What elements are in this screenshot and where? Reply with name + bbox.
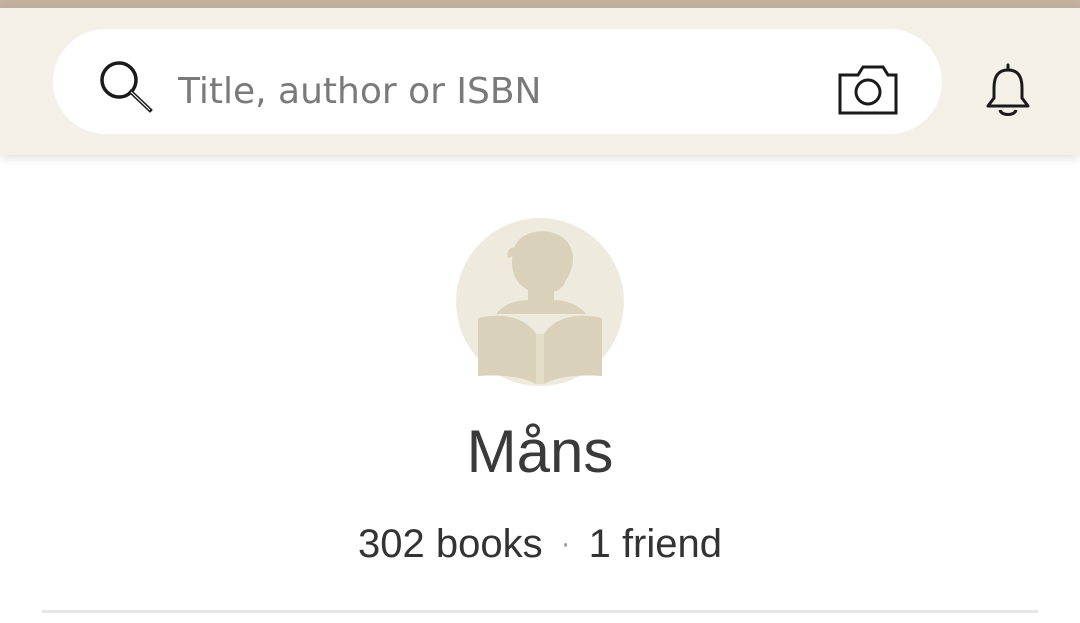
friends-count-link[interactable]: 1 friend	[589, 522, 722, 566]
search-input[interactable]	[178, 52, 818, 130]
profile-stats: 302 books · 1 friend	[0, 516, 1080, 572]
camera-icon[interactable]	[836, 61, 900, 117]
reader-avatar-icon	[456, 218, 624, 386]
bell-icon[interactable]	[980, 60, 1036, 120]
stats-separator: ·	[560, 527, 571, 560]
app-header	[0, 8, 1080, 155]
section-divider	[42, 610, 1038, 613]
profile-name: Måns	[466, 418, 614, 485]
top-accent-stripe	[0, 0, 1080, 8]
search-icon[interactable]	[96, 60, 156, 120]
books-count-link[interactable]: 302 books	[358, 522, 543, 566]
